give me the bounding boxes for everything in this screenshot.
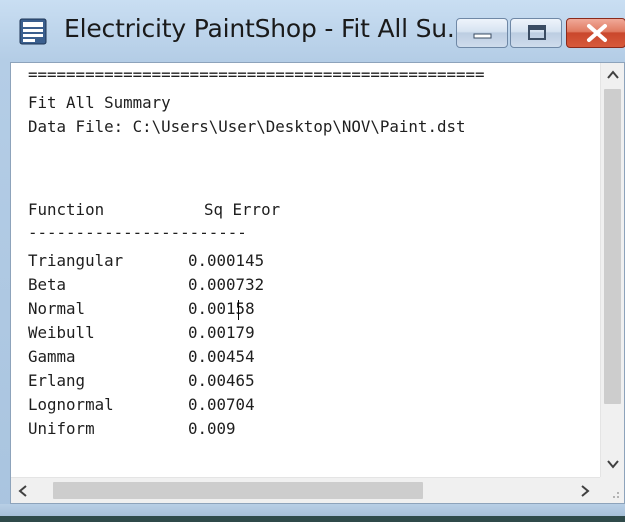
close-button[interactable] bbox=[566, 18, 625, 48]
column-rule: ----------------------- bbox=[28, 223, 247, 242]
result-sq-error: 0.00465 bbox=[188, 371, 255, 390]
result-function: Erlang bbox=[28, 371, 86, 390]
notepad-window-icon[interactable] bbox=[18, 18, 48, 46]
taskbar-edge bbox=[0, 516, 625, 522]
scroll-right-arrow-icon bbox=[581, 485, 590, 497]
editor-client-area: ========================================… bbox=[10, 62, 625, 504]
result-function: Triangular bbox=[28, 251, 124, 270]
vertical-scrollbar[interactable] bbox=[600, 63, 624, 477]
resize-grip[interactable] bbox=[600, 477, 624, 503]
vertical-scroll-thumb[interactable] bbox=[604, 89, 621, 404]
result-function: Lognormal bbox=[28, 395, 114, 414]
title-bar[interactable]: Electricity PaintShop - Fit All Su... bbox=[0, 0, 625, 62]
scroll-down-button[interactable] bbox=[601, 451, 625, 475]
result-sq-error: 0.000145 bbox=[188, 251, 265, 270]
close-icon bbox=[587, 24, 607, 42]
scroll-right-button[interactable] bbox=[573, 478, 597, 504]
result-sq-error: 0.00179 bbox=[188, 323, 255, 342]
scroll-up-arrow-icon bbox=[607, 70, 619, 79]
result-function: Beta bbox=[28, 275, 67, 294]
column-header-function: Function bbox=[28, 200, 105, 219]
minimize-icon bbox=[473, 33, 492, 39]
window-title: Electricity PaintShop - Fit All Su... bbox=[64, 14, 471, 43]
minimize-button[interactable] bbox=[456, 18, 508, 48]
scroll-left-arrow-icon bbox=[18, 485, 27, 497]
window-bottom-border bbox=[0, 504, 625, 522]
result-function: Weibull bbox=[28, 323, 95, 342]
maximize-button[interactable] bbox=[510, 18, 562, 48]
column-header-sq-error: Sq Error bbox=[204, 200, 281, 219]
scroll-down-arrow-icon bbox=[607, 460, 619, 469]
horizontal-scrollbar[interactable] bbox=[11, 477, 600, 503]
result-sq-error: 0.00704 bbox=[188, 395, 255, 414]
separator-line: ========================================… bbox=[28, 65, 485, 84]
data-file-path: Data File: C:\Users\User\Desktop\NOV\Pai… bbox=[28, 117, 466, 136]
text-document[interactable]: ========================================… bbox=[11, 63, 600, 477]
summary-heading: Fit All Summary bbox=[28, 93, 171, 112]
horizontal-scroll-thumb[interactable] bbox=[53, 482, 423, 499]
result-sq-error: 0.000732 bbox=[188, 275, 265, 294]
result-sq-error: 0.009 bbox=[188, 419, 236, 438]
resize-grip-icon bbox=[613, 492, 619, 498]
result-sq-error: 0.00454 bbox=[188, 347, 255, 366]
scroll-left-button[interactable] bbox=[11, 478, 35, 504]
maximize-icon bbox=[528, 25, 546, 40]
scroll-up-button[interactable] bbox=[601, 63, 625, 87]
result-function: Gamma bbox=[28, 347, 76, 366]
result-function: Normal bbox=[28, 299, 86, 318]
text-cursor bbox=[238, 300, 239, 320]
result-function: Uniform bbox=[28, 419, 95, 438]
app-window: Electricity PaintShop - Fit All Su... ==… bbox=[0, 0, 625, 522]
result-sq-error: 0.00158 bbox=[188, 299, 255, 318]
